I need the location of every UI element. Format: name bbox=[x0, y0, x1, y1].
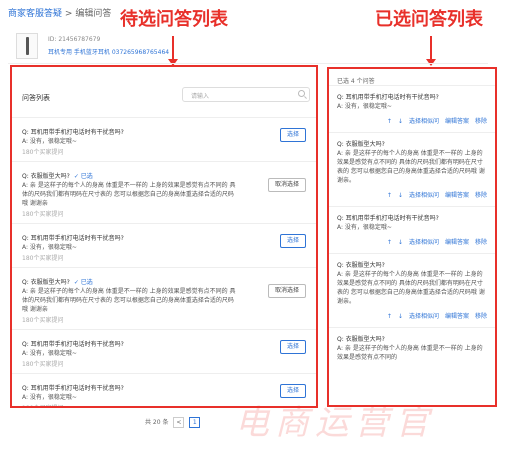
pagination-page-1[interactable]: 1 bbox=[189, 417, 201, 428]
qa-question: Q: 衣服版型大吗? bbox=[337, 141, 385, 148]
qa-question: Q: 耳机用带手机打电话时有干扰音吗? bbox=[337, 94, 439, 101]
qa-question: Q: 耳机用带手机打电话时有干扰音吗? bbox=[22, 341, 124, 348]
qa-answer: A: 没有，很稳定哦~ bbox=[337, 224, 392, 231]
move-down-button[interactable]: ↓ bbox=[398, 239, 403, 246]
remove-link[interactable]: 移除 bbox=[475, 192, 487, 199]
breadcrumb-parent-link[interactable]: 商家客服答疑 bbox=[8, 9, 62, 19]
watermark: 电商运营官 bbox=[235, 403, 435, 443]
move-down-button[interactable]: ↓ bbox=[398, 118, 403, 125]
search-placeholder: 请输入 bbox=[191, 93, 210, 100]
select-button[interactable]: 选择 bbox=[279, 234, 306, 248]
select-button[interactable]: 选择 bbox=[279, 128, 306, 142]
product-id: ID: 21456787679 bbox=[48, 36, 101, 43]
product-info: ID: 21456787679 耳机专用 手机蓝牙耳机 037265968765… bbox=[8, 30, 488, 64]
pagination-total: 共 20 条 bbox=[145, 419, 169, 426]
move-down-button[interactable]: ↓ bbox=[398, 313, 403, 320]
qa-answer: A: 亲 是这样子的每个人的身高 体重是不一样的 上身的效果是感觉有点不同的 具… bbox=[337, 150, 485, 184]
qa-question: Q: 衣服版型大吗? ✓ 已选 bbox=[22, 279, 93, 286]
selected-qa-card: Q: 耳机用带手机打电话时有干扰音吗? A: 没有，很稳定哦~ ↑ ↓ 选择相似问 编辑答… bbox=[329, 85, 495, 132]
qa-ask-count: 180个买家提问 bbox=[22, 149, 64, 156]
selected-tag: ✓ 已选 bbox=[73, 173, 93, 180]
qa-answer: A: 亲 是这样子的每个人的身高 体重是不一样的 上身的效果是感觉有点不同的 具… bbox=[22, 288, 236, 313]
search-input[interactable]: 请输入 bbox=[182, 87, 310, 102]
remove-link[interactable]: 移除 bbox=[475, 313, 487, 320]
deselect-button[interactable]: 取消选择 bbox=[267, 284, 306, 298]
qa-list-title: 问答列表 bbox=[22, 94, 50, 102]
move-up-button[interactable]: ↑ bbox=[387, 313, 392, 320]
remove-link[interactable]: 移除 bbox=[475, 118, 487, 125]
edit-answer-link[interactable]: 编辑答案 bbox=[445, 239, 469, 246]
deselect-button[interactable]: 取消选择 bbox=[267, 178, 306, 192]
pending-qa-item: Q: 衣服版型大吗? ✓ 已选 A: 亲 是这样子的每个人的身高 体重是不一样的 上… bbox=[12, 161, 316, 223]
qa-answer: A: 亲 是这样子的每个人的身高 体重是不一样的 上身的效果是感觉有点不同的 bbox=[337, 345, 483, 361]
qa-ask-count: 180个买家提问 bbox=[22, 361, 64, 368]
qa-question: Q: 衣服版型大吗? bbox=[337, 336, 385, 343]
annotation-pending-list: 待选问答列表 bbox=[120, 9, 228, 30]
qa-actions: ↑ ↓ 选择相似问 编辑答案 移除 bbox=[337, 117, 487, 126]
move-down-button[interactable]: ↓ bbox=[398, 192, 403, 199]
remove-link[interactable]: 移除 bbox=[475, 239, 487, 246]
edit-answer-link[interactable]: 编辑答案 bbox=[445, 118, 469, 125]
qa-question: Q: 耳机用带手机打电话时有干扰音吗? bbox=[22, 385, 124, 392]
qa-question: Q: 耳机用带手机打电话时有干扰音吗? bbox=[337, 215, 439, 222]
selected-qa-card: Q: 衣服版型大吗? A: 亲 是这样子的每个人的身高 体重是不一样的 上身的效果… bbox=[329, 132, 495, 206]
qa-answer: A: 亲 是这样子的每个人的身高 体重是不一样的 上身的效果是感觉有点不同的 具… bbox=[22, 182, 236, 207]
qa-answer: A: 没有，很稳定哦~ bbox=[337, 103, 392, 110]
pending-qa-panel: 问答列表 请输入 Q: 耳机用带手机打电话时有干扰音吗? A: 没有，很稳定哦~ 1… bbox=[10, 65, 318, 408]
qa-answer: A: 亲 是这样子的每个人的身高 体重是不一样的 上身的效果是感觉有点不同的 具… bbox=[337, 271, 485, 305]
selected-qa-list: Q: 耳机用带手机打电话时有干扰音吗? A: 没有，很稳定哦~ ↑ ↓ 选择相似问 编辑答… bbox=[329, 85, 495, 368]
similar-question-link[interactable]: 选择相似问 bbox=[409, 313, 439, 320]
pending-qa-item: Q: 耳机用带手机打电话时有干扰音吗? A: 没有，很稳定哦~ 180个买家提问 选择 bbox=[12, 223, 316, 267]
selected-tag: ✓ 已选 bbox=[73, 279, 93, 286]
qa-ask-count: 180个买家提问 bbox=[22, 211, 64, 218]
qa-answer: A: 没有，很稳定哦~ bbox=[22, 244, 77, 251]
pending-qa-list: Q: 耳机用带手机打电话时有干扰音吗? A: 没有，很稳定哦~ 180个买家提问 选择… bbox=[12, 117, 316, 406]
breadcrumb: 商家客服答疑 > 编辑问答 bbox=[8, 6, 111, 19]
qa-ask-count: 180个买家提问 bbox=[22, 317, 64, 324]
qa-actions: ↑ ↓ 选择相似问 编辑答案 移除 bbox=[337, 191, 487, 200]
qa-question: Q: 衣服版型大吗? ✓ 已选 bbox=[22, 173, 93, 180]
similar-question-link[interactable]: 选择相似问 bbox=[409, 239, 439, 246]
pending-qa-item: Q: 耳机用带手机打电话时有干扰音吗? A: 没有，很稳定哦~ 180个买家提问 选择 bbox=[12, 117, 316, 161]
product-thumbnail bbox=[16, 33, 38, 59]
select-button[interactable]: 选择 bbox=[279, 340, 306, 354]
qa-answer: A: 没有，很稳定哦~ bbox=[22, 138, 77, 145]
similar-question-link[interactable]: 选择相似问 bbox=[409, 118, 439, 125]
similar-question-link[interactable]: 选择相似问 bbox=[409, 192, 439, 199]
qa-actions: ↑ ↓ 选择相似问 编辑答案 移除 bbox=[337, 312, 487, 321]
edit-answer-link[interactable]: 编辑答案 bbox=[445, 313, 469, 320]
selected-qa-card: Q: 耳机用带手机打电话时有干扰音吗? A: 没有，很稳定哦~ ↑ ↓ 选择相似问 编辑答… bbox=[329, 206, 495, 253]
selected-qa-card: Q: 衣服版型大吗? A: 亲 是这样子的每个人的身高 体重是不一样的 上身的效果… bbox=[329, 253, 495, 327]
selected-qa-card: Q: 衣服版型大吗? A: 亲 是这样子的每个人的身高 体重是不一样的 上身的效果… bbox=[329, 327, 495, 368]
move-up-button[interactable]: ↑ bbox=[387, 239, 392, 246]
product-name-link[interactable]: 耳机专用 手机蓝牙耳机 037265968765464 bbox=[48, 47, 169, 56]
annotation-selected-list: 已选问答列表 bbox=[375, 9, 483, 30]
search-icon[interactable] bbox=[298, 90, 305, 97]
move-up-button[interactable]: ↑ bbox=[387, 118, 392, 125]
edit-answer-link[interactable]: 编辑答案 bbox=[445, 192, 469, 199]
qa-question: Q: 耳机用带手机打电话时有干扰音吗? bbox=[22, 129, 124, 136]
qa-answer: A: 没有，很稳定哦~ bbox=[22, 350, 77, 357]
pending-qa-item: Q: 耳机用带手机打电话时有干扰音吗? A: 没有，很稳定哦~ 180个买家提问 选择 bbox=[12, 329, 316, 373]
qa-question: Q: 衣服版型大吗? bbox=[337, 262, 385, 269]
selected-count: 已选 4 个问答 bbox=[337, 78, 375, 85]
move-up-button[interactable]: ↑ bbox=[387, 192, 392, 199]
pending-qa-item: Q: 衣服版型大吗? ✓ 已选 A: 亲 是这样子的每个人的身高 体重是不一样的 上… bbox=[12, 267, 316, 329]
selected-qa-panel: 已选 4 个问答 Q: 耳机用带手机打电话时有干扰音吗? A: 没有，很稳定哦~ ↑… bbox=[327, 67, 497, 407]
pagination-prev-button[interactable]: < bbox=[173, 417, 185, 428]
breadcrumb-separator: > bbox=[64, 9, 73, 19]
breadcrumb-current: 编辑问答 bbox=[75, 9, 112, 19]
pagination: 共 20 条 < 1 bbox=[145, 417, 201, 428]
qa-question: Q: 耳机用带手机打电话时有干扰音吗? bbox=[22, 235, 124, 242]
qa-ask-count: 180个买家提问 bbox=[22, 255, 64, 262]
qa-actions: ↑ ↓ 选择相似问 编辑答案 移除 bbox=[337, 238, 487, 247]
